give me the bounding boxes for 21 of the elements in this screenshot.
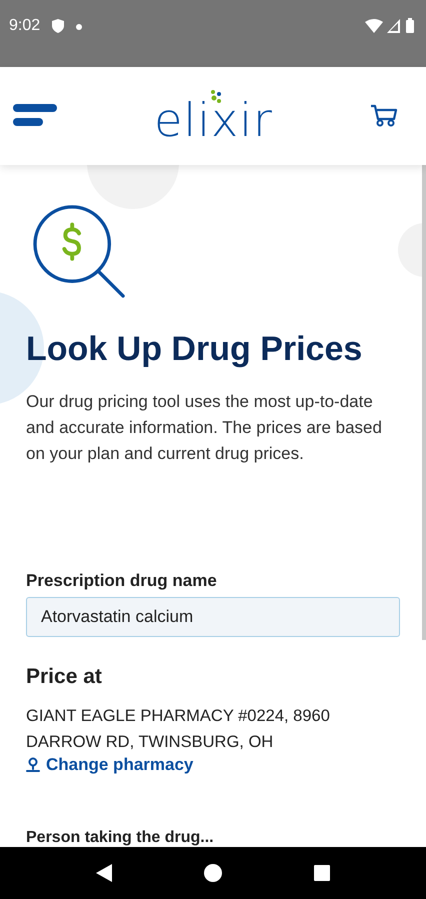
field-label: Prescription drug name — [26, 570, 218, 591]
home-icon[interactable] — [204, 864, 222, 882]
page-title: Look Up Drug Prices — [26, 328, 364, 369]
status-time: 9:02 — [9, 16, 40, 36]
back-icon[interactable] — [96, 864, 112, 882]
location-pin-icon — [26, 757, 40, 773]
dot-icon — [76, 24, 82, 30]
elixir-logo[interactable]: elixir — [154, 89, 273, 143]
signal-icon — [387, 19, 400, 33]
cart-icon[interactable] — [370, 104, 398, 128]
menu-icon[interactable] — [13, 104, 57, 128]
section-label: Person taking the drug... — [26, 829, 215, 847]
change-pharmacy-link[interactable]: Change pharmacy — [26, 755, 194, 775]
price-search-icon — [32, 205, 128, 299]
pharmacy-address: GIANT EAGLE PHARMACY #0224, 8960 DARROW RD, TWINSBURG, OH — [26, 706, 331, 753]
drug-name-field[interactable]: Atorvastatin calcium — [26, 596, 400, 637]
description: Our drug pricing tool uses the most up-to-date and accurate information. The prices are based on your plan and current drug prices. — [26, 390, 383, 465]
battery-icon — [406, 18, 414, 33]
shield-icon — [52, 19, 64, 33]
wifi-icon — [365, 19, 383, 33]
section-heading: Price at — [26, 665, 103, 689]
